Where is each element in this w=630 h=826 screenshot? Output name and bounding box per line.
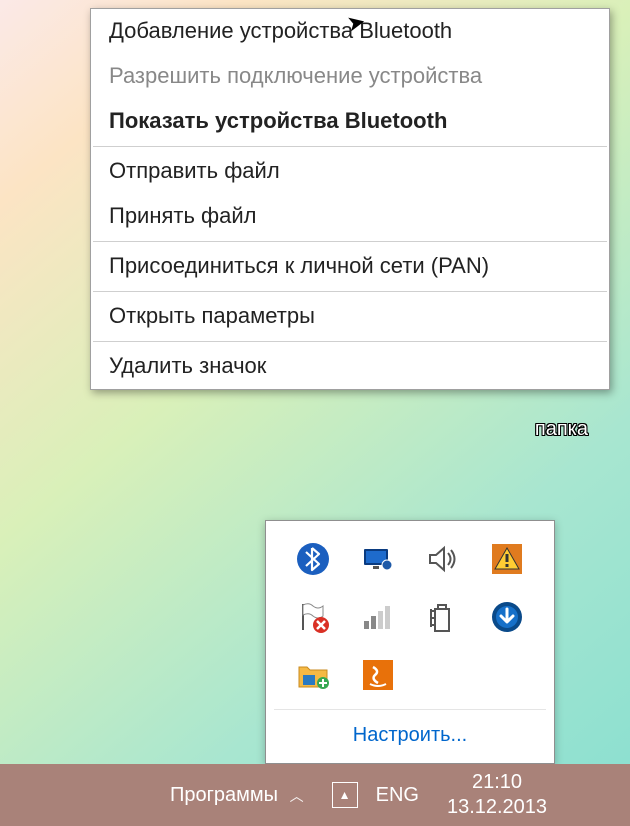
menu-remove-icon[interactable]: Удалить значок [91, 344, 609, 389]
menu-show-devices[interactable]: Показать устройства Bluetooth [91, 99, 609, 144]
chevron-up-icon: ︿ [290, 788, 304, 804]
signal-icon[interactable] [358, 597, 398, 637]
menu-allow-connection: Разрешить подключение устройства [91, 54, 609, 99]
folder-icon[interactable] [293, 655, 333, 695]
bluetooth-icon[interactable] [293, 539, 333, 579]
menu-receive-file[interactable]: Принять файл [91, 194, 609, 239]
clock-date: 13.12.2013 [447, 795, 547, 820]
menu-join-pan[interactable]: Присоединиться к личной сети (PAN) [91, 244, 609, 289]
clock[interactable]: 21:10 13.12.2013 [447, 770, 547, 820]
menu-separator [93, 241, 607, 242]
download-icon[interactable] [487, 597, 527, 637]
display-icon[interactable] [358, 539, 398, 579]
desktop: папка Добавление устройства Bluetooth Ра… [0, 0, 630, 826]
menu-separator [93, 146, 607, 147]
notification-area-popup: Настроить... [265, 520, 555, 764]
bluetooth-context-menu: Добавление устройства Bluetooth Разрешит… [90, 8, 610, 390]
menu-open-settings[interactable]: Открыть параметры [91, 294, 609, 339]
desktop-folder-label[interactable]: папка [535, 418, 588, 441]
menu-separator [93, 341, 607, 342]
taskbar: Программы ︿ ▲ ENG 21:10 13.12.2013 [0, 764, 630, 826]
menu-send-file[interactable]: Отправить файл [91, 149, 609, 194]
tray-customize-link[interactable]: Настроить... [274, 709, 546, 763]
java-icon[interactable] [358, 655, 398, 695]
taskbar-programs-label: Программы [170, 784, 278, 806]
triangle-up-icon: ▲ [339, 788, 351, 802]
menu-separator [93, 291, 607, 292]
tray-icon-grid [274, 529, 546, 709]
show-hidden-icons-button[interactable]: ▲ [332, 782, 358, 808]
language-indicator[interactable]: ENG [376, 784, 419, 807]
taskbar-programs-button[interactable]: Программы ︿ [170, 784, 304, 807]
battery-icon[interactable] [422, 597, 462, 637]
clock-time: 21:10 [472, 770, 522, 795]
flag-error-icon[interactable] [293, 597, 333, 637]
warning-icon[interactable] [487, 539, 527, 579]
volume-icon[interactable] [422, 539, 462, 579]
menu-add-device[interactable]: Добавление устройства Bluetooth [91, 9, 609, 54]
